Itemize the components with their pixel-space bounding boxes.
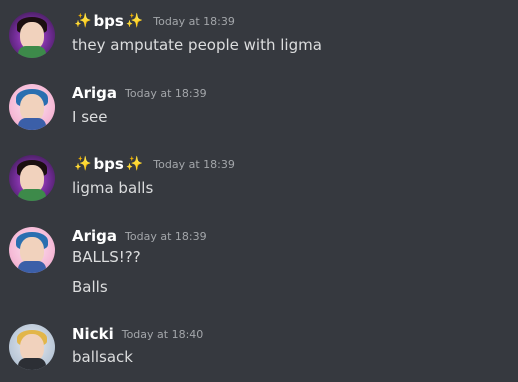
avatar[interactable] (9, 324, 55, 370)
avatar-body (18, 189, 46, 201)
avatar-body (18, 358, 46, 370)
username[interactable]: Ariga (72, 84, 117, 102)
sparkles-icon: ✨ (74, 13, 92, 29)
username[interactable]: bps (93, 155, 123, 173)
message-header: Ariga Today at 18:39 (72, 225, 207, 247)
timestamp[interactable]: Today at 18:39 (153, 15, 235, 28)
message-header: Ariga Today at 18:39 (72, 82, 207, 104)
avatar-body (18, 261, 46, 273)
timestamp[interactable]: Today at 18:39 (125, 230, 207, 243)
avatar-body (18, 118, 46, 130)
timestamp[interactable]: Today at 18:39 (153, 158, 235, 171)
message-text: they amputate people with ligma (72, 36, 322, 54)
username[interactable]: bps (93, 12, 123, 30)
sparkles-icon: ✨ (74, 156, 92, 172)
avatar[interactable] (9, 227, 55, 273)
username[interactable]: Nicki (72, 325, 114, 343)
message-text: ballsack (72, 348, 133, 366)
avatar[interactable] (9, 155, 55, 201)
message-header: ✨ bps ✨ Today at 18:39 (72, 153, 235, 175)
timestamp[interactable]: Today at 18:40 (122, 328, 204, 341)
message-text: Balls (72, 278, 108, 296)
message-text: I see (72, 108, 108, 126)
avatar[interactable] (9, 84, 55, 130)
sparkles-icon: ✨ (125, 156, 144, 172)
avatar[interactable] (9, 12, 55, 58)
username[interactable]: Ariga (72, 227, 117, 245)
sparkles-icon: ✨ (125, 13, 144, 29)
message-text: BALLS!?? (72, 248, 141, 266)
message-header: ✨ bps ✨ Today at 18:39 (72, 10, 235, 32)
timestamp[interactable]: Today at 18:39 (125, 87, 207, 100)
message-header: Nicki Today at 18:40 (72, 323, 203, 345)
message-text: ligma balls (72, 179, 154, 197)
avatar-body (18, 46, 46, 58)
